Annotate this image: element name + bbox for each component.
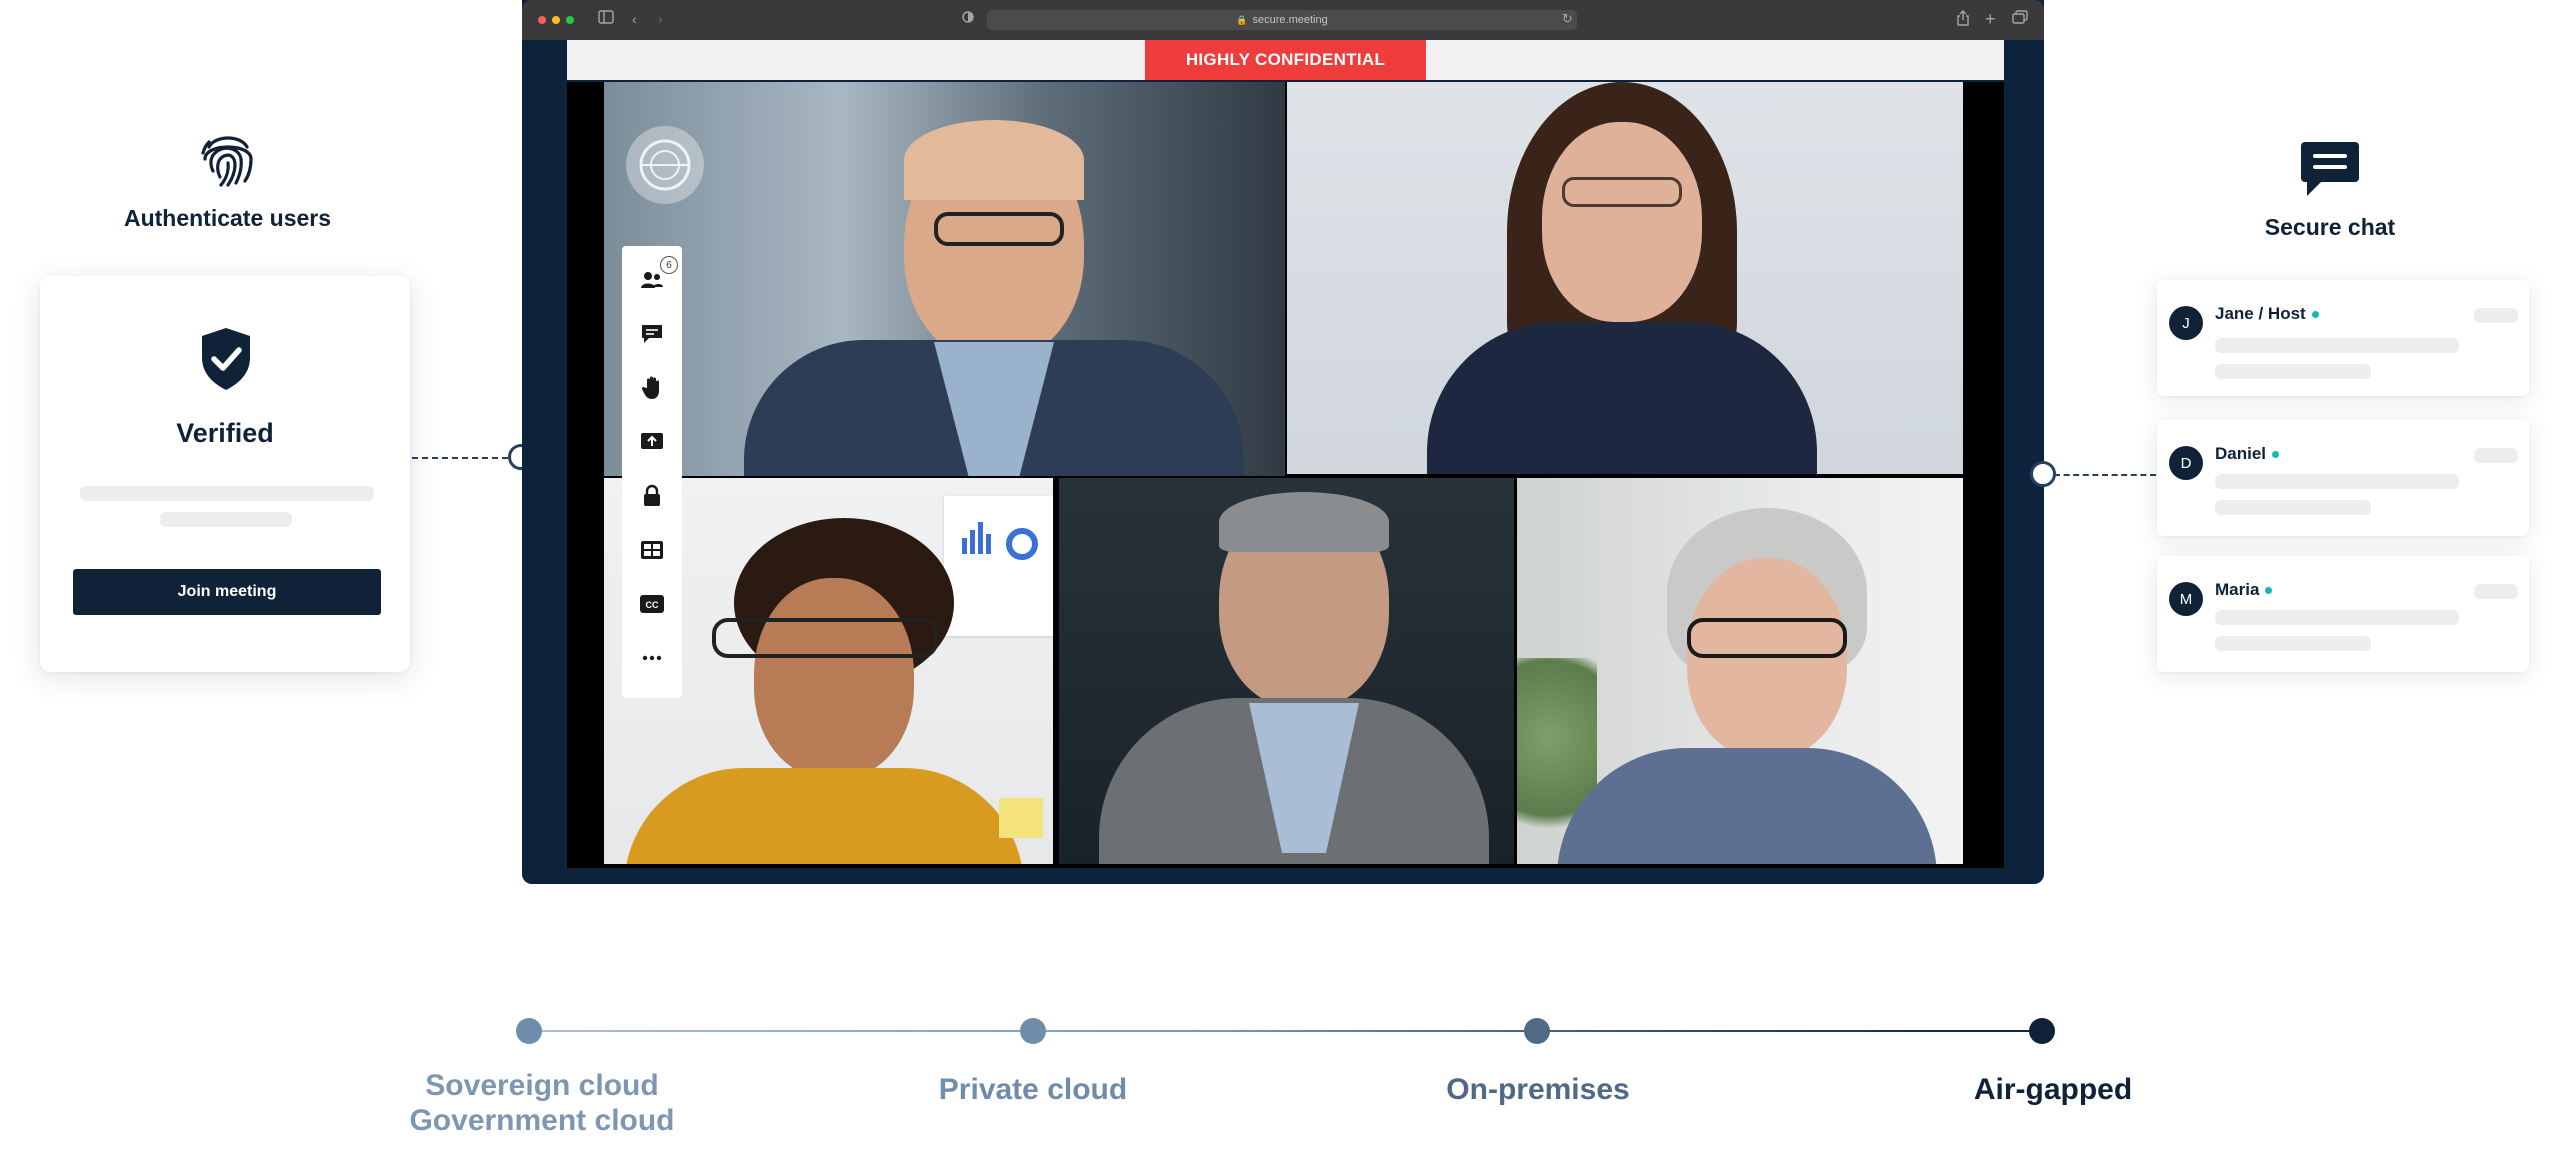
raise-hand-icon[interactable]: [636, 372, 668, 404]
timeline-node-airgapped[interactable]: [2029, 1018, 2055, 1044]
address-bar[interactable]: 🔒 secure.meeting: [987, 10, 1577, 30]
placeholder-line: [2215, 474, 2459, 489]
online-status-dot: [2311, 311, 2319, 319]
captions-label: CC: [646, 600, 659, 610]
avatar: D: [2169, 446, 2203, 480]
wall-chart: [944, 496, 1053, 636]
chat-sender-name: Jane / Host: [2215, 304, 2319, 324]
online-status-dot: [2265, 587, 2273, 595]
close-window-button[interactable]: [538, 16, 546, 24]
captions-icon[interactable]: CC: [636, 588, 668, 620]
video-tile[interactable]: [604, 82, 1285, 476]
chat-bubble-icon: [2299, 138, 2361, 200]
glasses: [1687, 618, 1847, 658]
confidential-badge: HIGHLY CONFIDENTIAL: [1145, 40, 1426, 80]
verification-card: Verified Join meeting: [40, 276, 410, 672]
tab-overview-icon[interactable]: [2012, 10, 2028, 28]
glasses: [934, 212, 1064, 246]
connector-line-right: [2054, 474, 2156, 476]
timeline-label-line: Government cloud: [409, 1104, 675, 1137]
chat-sender-name: Daniel: [2215, 444, 2280, 464]
chat-message[interactable]: J Jane / Host: [2157, 280, 2529, 396]
placeholder-line: [2215, 338, 2459, 353]
layout-icon[interactable]: [636, 534, 668, 566]
authenticate-users-feature: Authenticate users: [100, 125, 355, 232]
participant-shirt: [624, 768, 1024, 864]
participant-face: [1687, 558, 1847, 758]
chat-sender-name: Maria: [2215, 580, 2273, 600]
placeholder-timestamp: [2474, 448, 2518, 463]
join-meeting-button[interactable]: Join meeting: [73, 569, 381, 615]
privacy-shield-icon[interactable]: [962, 10, 974, 28]
back-arrow-icon[interactable]: ‹: [632, 10, 637, 28]
verified-title: Verified: [176, 418, 274, 448]
timeline-node-sovereign[interactable]: [516, 1018, 542, 1044]
participant-face: [1542, 122, 1702, 322]
participant-blazer: [1427, 322, 1817, 474]
timeline-node-onprem[interactable]: [1524, 1018, 1550, 1044]
timeline-track: [528, 1030, 2042, 1032]
participant-hair: [1219, 492, 1389, 552]
timeline-node-private[interactable]: [1020, 1018, 1046, 1044]
placeholder-line: [2215, 364, 2371, 379]
url-text: secure.meeting: [1252, 14, 1328, 26]
online-status-dot: [2272, 451, 2280, 459]
minimize-window-button[interactable]: [552, 16, 560, 24]
new-tab-icon[interactable]: +: [1985, 10, 1996, 28]
avatar: M: [2169, 582, 2203, 616]
video-tile[interactable]: [1517, 478, 1963, 864]
participant-shirt: [1557, 748, 1937, 864]
chat-icon[interactable]: [636, 318, 668, 350]
placeholder-line: [2215, 610, 2459, 625]
sticky-note: [999, 798, 1043, 838]
avatar: J: [2169, 306, 2203, 340]
timeline-label-line: Sovereign cloud: [425, 1069, 659, 1102]
fingerprint-icon: [195, 125, 261, 191]
forward-arrow-icon[interactable]: ›: [658, 10, 663, 28]
placeholder-timestamp: [2474, 308, 2518, 323]
glasses: [712, 618, 938, 658]
glasses: [1562, 177, 1682, 207]
lock-icon[interactable]: [636, 480, 668, 512]
reload-icon[interactable]: ↻: [1562, 10, 1573, 28]
placeholder-line: [80, 486, 374, 501]
meeting-toolbar: 6 CC: [622, 246, 682, 698]
authenticate-users-label: Authenticate users: [123, 205, 332, 231]
maximize-window-button[interactable]: [566, 16, 574, 24]
video-tile[interactable]: [1287, 82, 1963, 474]
video-tile[interactable]: [1059, 478, 1514, 864]
connector-node-right: [2030, 461, 2056, 487]
share-icon[interactable]: [1956, 10, 1970, 30]
participant-head: [904, 120, 1084, 200]
participant-count-badge: 6: [660, 256, 678, 274]
placeholder-timestamp: [2474, 584, 2518, 599]
share-screen-icon[interactable]: [636, 426, 668, 458]
timeline-label-private: Private cloud: [938, 1073, 1128, 1106]
participant-face: [754, 578, 914, 778]
chat-message[interactable]: M Maria: [2157, 556, 2529, 672]
organization-logo-icon: [626, 126, 704, 204]
more-icon[interactable]: [636, 642, 668, 674]
timeline-label-sovereign: Sovereign cloud Government cloud: [382, 1068, 702, 1138]
lock-icon: 🔒: [1236, 14, 1248, 25]
timeline-label-onprem: On-premises: [1446, 1073, 1630, 1106]
timeline-label-airgapped: Air-gapped: [1973, 1073, 2133, 1106]
secure-chat-label: Secure chat: [2264, 214, 2396, 240]
placeholder-line: [160, 512, 292, 527]
connector-line-left: [412, 457, 508, 459]
placeholder-line: [2215, 500, 2371, 515]
secure-chat-feature: Secure chat: [2225, 138, 2435, 241]
browser-toolbar: ‹ › 🔒 secure.meeting ↻ +: [522, 0, 2044, 40]
placeholder-line: [2215, 636, 2371, 651]
shield-check-icon: [198, 326, 254, 392]
chat-message[interactable]: D Daniel: [2157, 420, 2529, 536]
sidebar-toggle-icon[interactable]: [598, 10, 614, 28]
